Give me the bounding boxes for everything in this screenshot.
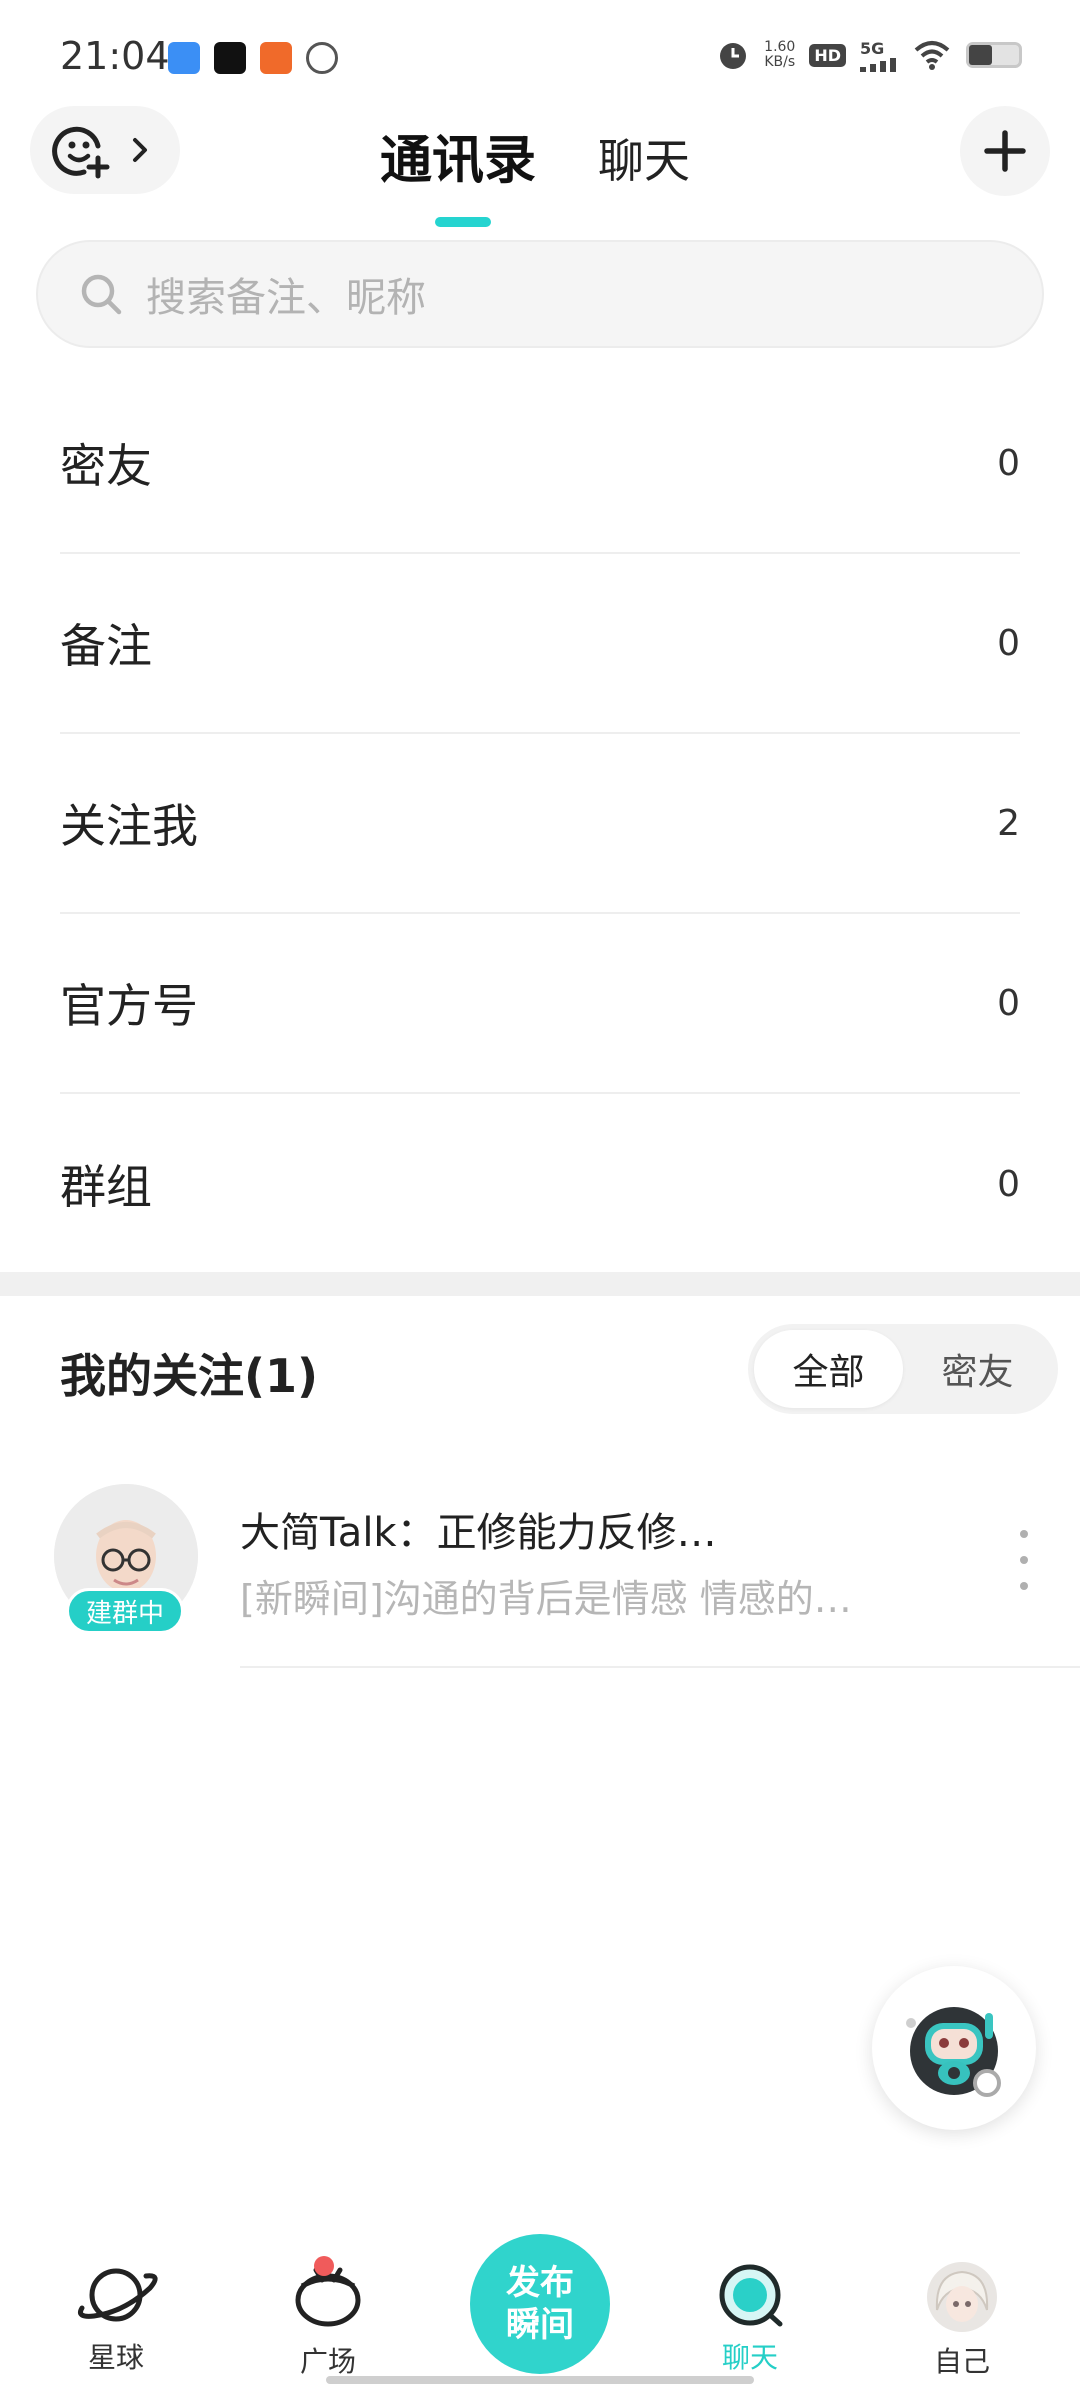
category-followers[interactable]: 关注我 2 [60,734,1020,914]
hd-badge: HD [809,43,846,67]
nav-label: 星球 [87,2341,144,2374]
notification-dot [314,2256,334,2276]
filter-close-friends[interactable]: 密友 [903,1330,1052,1408]
add-friend-button[interactable] [30,106,180,194]
bottom-nav: 星球 广场 发布 瞬间 聊天 自己 [0,2230,1080,2388]
add-button[interactable] [960,106,1050,196]
following-title: 我的关注(1) [60,1349,319,1403]
category-close-friends[interactable]: 密友 0 [60,374,1020,554]
category-count: 2 [997,802,1020,844]
nav-label: 聊天 [721,2341,778,2374]
signal-icon: 5G [860,39,898,72]
search-input[interactable]: 搜索备注、昵称 [36,240,1044,348]
planet-app-icon [306,42,338,74]
tab-chat[interactable]: 聊天 [598,125,690,193]
square-icon [286,2256,370,2334]
nav-label: 自己 [933,2345,990,2378]
status-time: 21:04 [60,34,170,78]
diver-robot-icon [906,2007,1001,2097]
avatar-icon [927,2262,997,2332]
chevron-right-icon [133,138,147,162]
smiley-add-icon [52,126,110,179]
following-list-item[interactable]: 建群中 大简Talk：正修能力反修… [新瞬间]沟通的背后是情感 情感的… [0,1470,1080,1670]
category-label: 备注 [60,619,152,673]
tab-contacts[interactable]: 通讯录 [380,118,536,227]
more-options-icon[interactable] [1014,1530,1034,1590]
assistant-float-button[interactable] [872,1966,1036,2130]
status-right: 1.60 KB/s HD 5G [716,38,1022,72]
nav-square[interactable]: 广场 [258,2256,398,2380]
filter-all[interactable]: 全部 [754,1330,903,1408]
section-divider [0,1272,1080,1296]
category-count: 0 [997,622,1020,664]
following-latest-post: [新瞬间]沟通的背后是情感 情感的… [240,1577,852,1621]
following-filter: 全部 密友 [748,1324,1058,1414]
category-groups[interactable]: 群组 0 [60,1094,1020,1274]
soul-app-icon [214,42,246,74]
alarm-icon [720,43,747,69]
wifi-icon [914,41,950,70]
nav-label: 广场 [299,2345,356,2378]
app-notification-icon [168,42,200,74]
contact-categories: 密友 0 备注 0 关注我 2 官方号 0 群组 0 [60,374,1020,1274]
following-name: 大简Talk：正修能力反修… [240,1510,717,1556]
notification-icons [168,42,338,74]
category-label: 关注我 [60,799,198,853]
category-count: 0 [997,1163,1020,1205]
nav-self[interactable]: 自己 [892,2260,1032,2380]
item-divider [240,1666,1080,1668]
active-tab-indicator [435,217,491,227]
chat-icon [719,2264,783,2327]
search-placeholder: 搜索备注、昵称 [146,275,426,321]
home-indicator[interactable] [326,2376,754,2384]
top-tabs: 通讯录 聊天 [380,118,690,227]
publish-moment-button[interactable]: 发布 瞬间 [470,2234,610,2374]
category-count: 0 [997,982,1020,1024]
status-bar: 21:04 1.60 KB/s HD 5G [0,0,1080,110]
planet-icon [78,2268,158,2322]
category-remarks[interactable]: 备注 0 [60,554,1020,734]
search-icon [81,274,122,315]
plus-icon [984,130,1026,172]
battery-icon [966,42,1022,68]
category-label: 官方号 [60,979,198,1033]
category-count: 0 [997,442,1020,484]
nav-planet[interactable]: 星球 [46,2260,186,2376]
category-label: 群组 [60,1160,152,1214]
nav-chat[interactable]: 聊天 [680,2260,820,2376]
net-speed: 1.60 KB/s [764,39,796,70]
category-label: 密友 [60,439,152,493]
app-icon [260,42,292,74]
contacts-page: 21:04 1.60 KB/s HD 5G 通讯录 聊天 搜索备注、昵称 密友 … [0,0,1080,2388]
building-group-badge: 建群中 [66,1588,184,1634]
category-official-accounts[interactable]: 官方号 0 [60,914,1020,1094]
